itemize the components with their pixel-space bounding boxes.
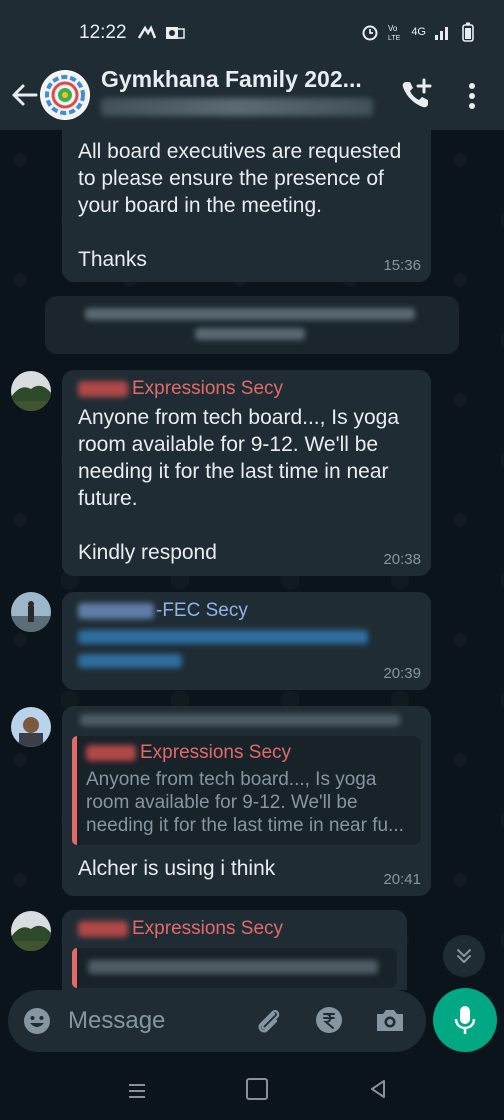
- message-text: Anyone from tech board..., Is yoga room …: [78, 406, 400, 564]
- quoted-sender-name: Expressions Secy: [140, 742, 292, 763]
- blurred-sender-name: [78, 381, 128, 397]
- back-arrow-icon[interactable]: [8, 78, 42, 112]
- network-type-label: 4G: [411, 26, 426, 38]
- blurred-text: [88, 960, 378, 974]
- more-options-icon[interactable]: [460, 78, 484, 114]
- status-time: 12:22: [79, 22, 127, 43]
- double-chevron-down-icon: [457, 949, 471, 963]
- microphone-icon: [454, 1006, 476, 1034]
- group-subtitle-blurred[interactable]: [101, 98, 373, 116]
- sender-name: -FEC Secy: [156, 600, 248, 621]
- group-avatar[interactable]: [40, 70, 90, 120]
- group-logo-image: [41, 71, 89, 119]
- blurred-sender-name: [80, 714, 400, 726]
- quoted-text: Anyone from tech board..., Is yoga room …: [86, 769, 404, 836]
- payment-rupee-icon[interactable]: [314, 1005, 344, 1035]
- avatar-image: [11, 592, 51, 632]
- blurred-sender-name: [78, 921, 128, 937]
- recent-apps-icon[interactable]: [126, 1080, 148, 1102]
- message-bubble[interactable]: All board executives are requested to pl…: [62, 130, 431, 282]
- message-bubble[interactable]: Expressions Secy Anyone from tech board.…: [62, 370, 431, 576]
- message-text: All board executives are requested to pl…: [78, 140, 402, 271]
- sender-avatar[interactable]: [11, 911, 51, 951]
- status-left-icons: [137, 24, 185, 42]
- quoted-message[interactable]: Expressions Secy Anyone from tech board.…: [72, 736, 421, 845]
- message-time: 20:38: [383, 551, 421, 568]
- message-bubble[interactable]: Expressions Secy Anyone from tech board.…: [62, 706, 431, 896]
- avatar-image: [11, 707, 51, 747]
- quoted-sender-row: Expressions Secy: [86, 742, 411, 764]
- message-time: 20:41: [383, 871, 421, 888]
- blurred-sender-name: [86, 745, 136, 761]
- sender-avatar[interactable]: [11, 592, 51, 632]
- avatar-image: [11, 911, 51, 951]
- battery-icon: [462, 22, 474, 42]
- home-button[interactable]: [246, 1078, 268, 1100]
- outlook-icon: [166, 27, 185, 39]
- sender-avatar[interactable]: [11, 707, 51, 747]
- avatar-image: [11, 371, 51, 411]
- chat-area[interactable]: All board executives are requested to pl…: [0, 130, 504, 990]
- sender-name: Expressions Secy: [132, 918, 284, 939]
- sender-avatar[interactable]: [11, 371, 51, 411]
- scroll-to-bottom-button[interactable]: [443, 935, 485, 977]
- sender-row: -FEC Secy: [78, 600, 417, 622]
- group-title[interactable]: Gymkhana Family 202...: [101, 66, 362, 93]
- blurred-text: [85, 308, 415, 320]
- message-input[interactable]: Message: [68, 1007, 165, 1035]
- sender-name: Expressions Secy: [132, 378, 284, 399]
- voice-record-button[interactable]: [433, 988, 497, 1052]
- emoji-icon[interactable]: [22, 1006, 52, 1036]
- sender-row: Expressions Secy: [72, 918, 397, 940]
- add-call-icon[interactable]: [398, 76, 434, 112]
- camera-icon[interactable]: [374, 1005, 406, 1035]
- svg-text:LTE: LTE: [388, 35, 401, 42]
- alarm-icon: [362, 25, 378, 41]
- signal-icon: [435, 27, 448, 40]
- message-text: Alcher is using i think: [78, 857, 276, 880]
- attach-icon[interactable]: [252, 1004, 284, 1036]
- blurred-link[interactable]: [78, 654, 182, 668]
- notification-app-icon: [137, 25, 157, 39]
- message-bubble[interactable]: Expressions Secy: [62, 910, 407, 990]
- message-time: 15:36: [383, 257, 421, 274]
- chat-header: Gymkhana Family 202...: [0, 64, 504, 130]
- status-bar: 12:22 Vo LTE 4G: [0, 0, 504, 64]
- nav-back-icon[interactable]: [368, 1078, 388, 1100]
- svg-text:Vo: Vo: [388, 24, 398, 33]
- message-composer[interactable]: Message: [8, 990, 426, 1052]
- status-right-icons: Vo LTE 4G: [361, 22, 474, 42]
- message-time: 20:39: [383, 665, 421, 682]
- blurred-text: [195, 328, 305, 340]
- quoted-message[interactable]: [72, 948, 397, 988]
- message-bubble[interactable]: -FEC Secy 20:39: [62, 592, 431, 690]
- blurred-link[interactable]: [78, 630, 368, 644]
- system-notice-blurred: [45, 296, 459, 354]
- blurred-sender-name: [78, 603, 154, 619]
- sender-row: Expressions Secy: [78, 378, 417, 400]
- system-nav-bar: [0, 1062, 504, 1120]
- volte-icon: Vo LTE: [388, 24, 401, 42]
